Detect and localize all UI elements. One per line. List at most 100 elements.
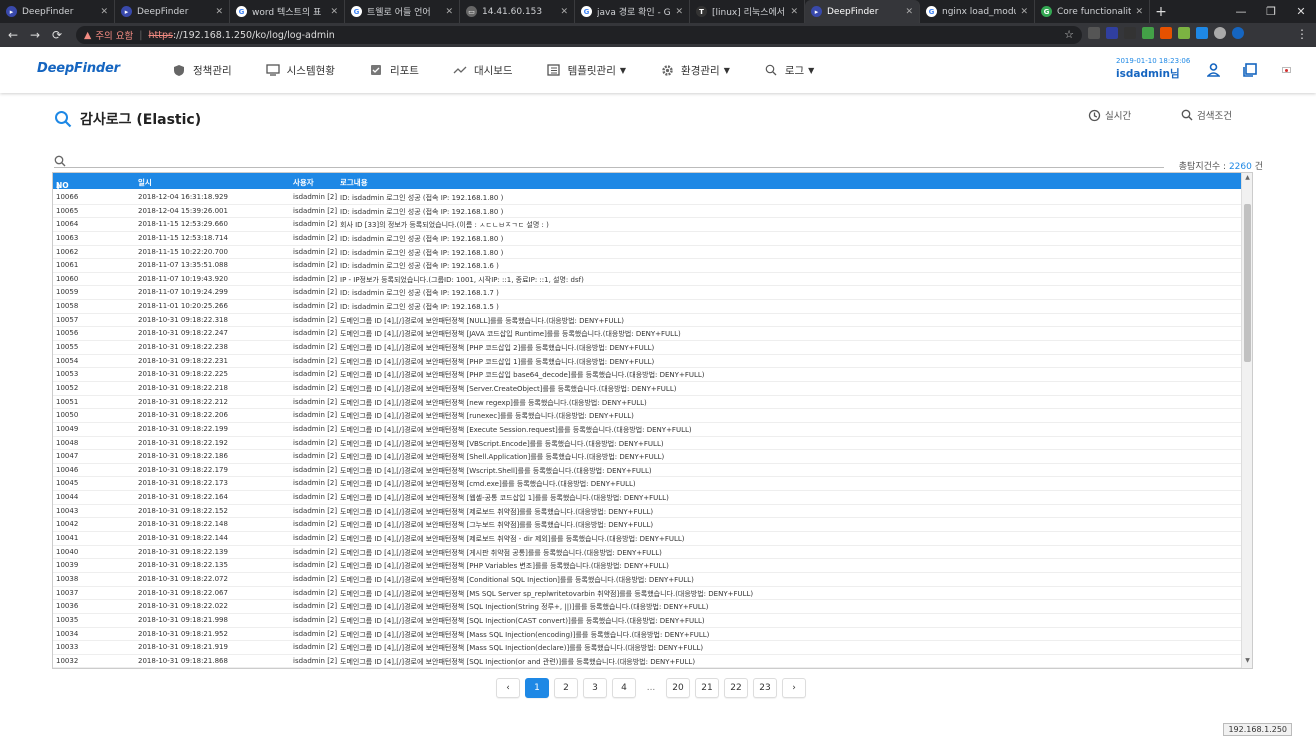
browser-tab[interactable]: ▭ 14.41.60.153 ✕ <box>460 0 575 23</box>
new-tab-icon[interactable]: + <box>1150 0 1172 23</box>
table-row[interactable]: 10036 2018-10-31 09:18:22.022 isdadmin [2]… <box>53 600 1241 614</box>
table-row[interactable]: 10057 2018-10-31 09:18:22.318 isdadmin [2]… <box>53 314 1241 328</box>
page-button-20[interactable]: 20 <box>666 678 690 698</box>
address-bar[interactable]: ▲ 주의 요함 | https ://192.168.1.250/ko/log/… <box>76 26 1082 44</box>
tab-close-icon[interactable]: ✕ <box>445 7 453 17</box>
table-row[interactable]: 10058 2018-11-01 10:20:25.266 isdadmin [2]… <box>53 300 1241 314</box>
restore-icon[interactable]: ❐ <box>1256 0 1286 23</box>
nav-item-monitor[interactable]: 시스템현황 <box>265 47 335 93</box>
tab-close-icon[interactable]: ✕ <box>560 7 568 17</box>
tab-close-icon[interactable]: ✕ <box>1020 7 1028 17</box>
browser-tab[interactable]: G Core functionality ✕ <box>1035 0 1150 23</box>
col-header-date[interactable]: 일시 <box>138 177 152 188</box>
table-row[interactable]: 10053 2018-10-31 09:18:22.225 isdadmin [2]… <box>53 368 1241 382</box>
extension-icon[interactable] <box>1196 27 1208 39</box>
nav-item-gear[interactable]: 환경관리 ▼ <box>660 47 730 93</box>
close-window-icon[interactable]: ✕ <box>1286 0 1316 23</box>
table-row[interactable]: 10032 2018-10-31 09:18:21.868 isdadmin [2]… <box>53 655 1241 668</box>
table-row[interactable]: 10062 2018-11-15 10:22:20.700 isdadmin [2]… <box>53 246 1241 260</box>
browser-menu-icon[interactable]: ⋮ <box>1296 27 1308 41</box>
prev-page-button[interactable]: ‹ <box>496 678 520 698</box>
tab-close-icon[interactable]: ✕ <box>790 7 798 17</box>
user-icon[interactable] <box>1206 62 1221 81</box>
bookmark-star-icon[interactable]: ☆ <box>1064 28 1074 41</box>
table-row[interactable]: 10049 2018-10-31 09:18:22.199 isdadmin [2]… <box>53 423 1241 437</box>
page-button-2[interactable]: 2 <box>554 678 578 698</box>
table-row[interactable]: 10063 2018-11-15 12:53:18.714 isdadmin [2]… <box>53 232 1241 246</box>
browser-tab[interactable]: G 트웰로 어들 언어 ✕ <box>345 0 460 23</box>
browser-tab[interactable]: Gjava 경로 확인 - G ✕ <box>575 0 690 23</box>
username[interactable]: isdadmin님 <box>1116 66 1190 81</box>
nav-item-trend[interactable]: 대시보드 <box>453 47 513 93</box>
scrollbar-thumb[interactable] <box>1244 204 1251 362</box>
extension-icon[interactable] <box>1178 27 1190 39</box>
browser-tab[interactable]: ▸ DeepFinder ✕ <box>805 0 920 23</box>
table-row[interactable]: 10066 2018-12-04 16:31:18.929 isdadmin [2]… <box>53 191 1241 205</box>
table-row[interactable]: 10065 2018-12-04 15:39:26.001 isdadmin [2]… <box>53 205 1241 219</box>
tab-close-icon[interactable]: ✕ <box>675 7 683 17</box>
browser-tab[interactable]: ▸ DeepFinder ✕ <box>0 0 115 23</box>
col-header-content[interactable]: 로그내용 <box>340 177 368 188</box>
table-row[interactable]: 10060 2018-11-07 10:19:43.920 isdadmin [2]… <box>53 273 1241 287</box>
profile-avatar[interactable] <box>1232 27 1244 39</box>
tab-close-icon[interactable]: ✕ <box>1135 7 1143 17</box>
browser-tab[interactable]: ▸ DeepFinder ✕ <box>115 0 230 23</box>
table-row[interactable]: 10035 2018-10-31 09:18:21.998 isdadmin [2]… <box>53 614 1241 628</box>
nav-item-search[interactable]: 로그 ▼ <box>764 47 814 93</box>
table-row[interactable]: 10041 2018-10-31 09:18:22.144 isdadmin [2]… <box>53 532 1241 546</box>
app-logo[interactable]: DeepFinder <box>37 61 120 76</box>
forward-icon[interactable]: → <box>26 28 44 42</box>
realtime-button[interactable]: 실시간 <box>1088 108 1131 122</box>
tab-close-icon[interactable]: ✕ <box>215 7 223 17</box>
reload-icon[interactable]: ⟳ <box>48 28 66 42</box>
page-button-3[interactable]: 3 <box>583 678 607 698</box>
tab-close-icon[interactable]: ✕ <box>330 7 338 17</box>
table-row[interactable]: 10043 2018-10-31 09:18:22.152 isdadmin [2]… <box>53 505 1241 519</box>
korea-flag-icon[interactable] <box>1282 67 1291 73</box>
next-page-button[interactable]: › <box>782 678 806 698</box>
table-row[interactable]: 10038 2018-10-31 09:18:22.072 isdadmin [2]… <box>53 573 1241 587</box>
table-row[interactable]: 10055 2018-10-31 09:18:22.238 isdadmin [2]… <box>53 341 1241 355</box>
tab-close-icon[interactable]: ✕ <box>905 7 913 17</box>
back-icon[interactable]: ← <box>4 28 22 42</box>
table-row[interactable]: 10040 2018-10-31 09:18:22.139 isdadmin [2]… <box>53 546 1241 560</box>
table-row[interactable]: 10048 2018-10-31 09:18:22.192 isdadmin [2]… <box>53 437 1241 451</box>
table-row[interactable]: 10045 2018-10-31 09:18:22.173 isdadmin [2]… <box>53 477 1241 492</box>
window-icon[interactable] <box>1243 62 1257 81</box>
table-row[interactable]: 10052 2018-10-31 09:18:22.218 isdadmin [2]… <box>53 382 1241 396</box>
page-button-1[interactable]: 1 <box>525 678 549 698</box>
table-row[interactable]: 10042 2018-10-31 09:18:22.148 isdadmin [2]… <box>53 518 1241 533</box>
table-row[interactable]: 10050 2018-10-31 09:18:22.206 isdadmin [2]… <box>53 409 1241 423</box>
scroll-down-icon[interactable]: ▼ <box>1242 657 1252 667</box>
tab-close-icon[interactable]: ✕ <box>100 7 108 17</box>
table-row[interactable]: 10037 2018-10-31 09:18:22.067 isdadmin [2]… <box>53 587 1241 601</box>
table-row[interactable]: 10047 2018-10-31 09:18:22.186 isdadmin [2]… <box>53 450 1241 464</box>
extension-icon[interactable] <box>1088 27 1100 39</box>
table-row[interactable]: 10056 2018-10-31 09:18:22.247 isdadmin [2]… <box>53 327 1241 342</box>
col-header-user[interactable]: 사용자 <box>293 177 314 188</box>
log-search-input[interactable] <box>72 152 1152 167</box>
extension-icon[interactable] <box>1106 27 1118 39</box>
page-button-4[interactable]: 4 <box>612 678 636 698</box>
extension-icon[interactable] <box>1214 27 1226 39</box>
browser-tab[interactable]: Gnginx load_module ✕ <box>920 0 1035 23</box>
table-row[interactable]: 10054 2018-10-31 09:18:22.231 isdadmin [2]… <box>53 355 1241 369</box>
table-row[interactable]: 10044 2018-10-31 09:18:22.164 isdadmin [2]… <box>53 491 1241 505</box>
nav-item-template[interactable]: 템플릿관리 ▼ <box>547 47 626 93</box>
page-button-23[interactable]: 23 <box>753 678 777 698</box>
search-condition-button[interactable]: 검색조건 <box>1181 108 1232 122</box>
page-button-21[interactable]: 21 <box>695 678 719 698</box>
table-row[interactable]: 10046 2018-10-31 09:18:22.179 isdadmin [2]… <box>53 464 1241 478</box>
table-row[interactable]: 10039 2018-10-31 09:18:22.135 isdadmin [2]… <box>53 559 1241 573</box>
browser-tab[interactable]: Gword 텍스트의 표 ✕ <box>230 0 345 23</box>
table-row[interactable]: 10061 2018-11-07 13:35:51.088 isdadmin [2]… <box>53 259 1241 273</box>
table-scrollbar[interactable]: ▲ ▼ <box>1241 173 1252 668</box>
table-row[interactable]: 10033 2018-10-31 09:18:21.919 isdadmin [2]… <box>53 641 1241 655</box>
browser-tab[interactable]: T [linux] 리눅스에서 ✕ <box>690 0 805 23</box>
nav-item-shield[interactable]: 정책관리 <box>172 47 232 93</box>
minimize-icon[interactable]: — <box>1226 0 1256 23</box>
nav-item-report[interactable]: 리포트 <box>369 47 419 93</box>
page-button-22[interactable]: 22 <box>724 678 748 698</box>
extension-icon[interactable] <box>1142 27 1154 39</box>
table-row[interactable]: 10064 2018-11-15 12:53:29.660 isdadmin [2]… <box>53 218 1241 232</box>
